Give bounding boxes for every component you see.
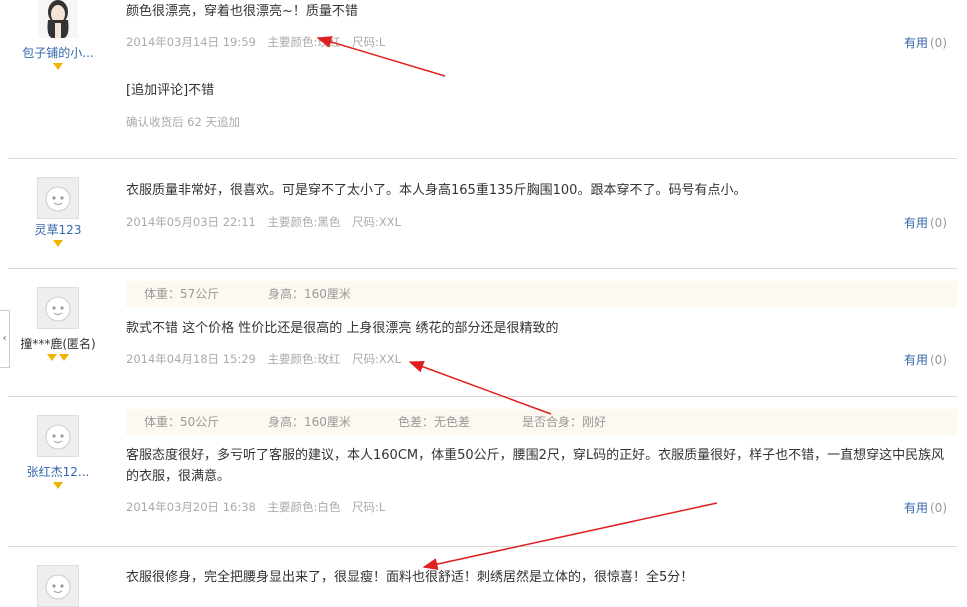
- useful-button[interactable]: 有用 (0): [904, 499, 947, 516]
- default-avatar-icon: [45, 296, 71, 322]
- rank-badge: [8, 354, 108, 364]
- review-color: 主要颜色:黑色: [267, 215, 341, 229]
- review-text: 客服态度很好，多亏听了客服的建议，本人160CM，体重50公斤，腰围2尺，穿L码…: [126, 448, 945, 484]
- rank-badge: [8, 240, 108, 250]
- useful-label: 有用: [903, 216, 928, 230]
- review-text: 衣服质量非常好，很喜欢。可是穿不了太小了。本人身高165重135斤胸围100。跟…: [126, 183, 747, 198]
- default-avatar-icon: [45, 424, 71, 450]
- review-date: 2014年04月18日 15:29: [126, 352, 256, 366]
- buyer-info-bar: 体重：57公斤 身高：160厘米: [126, 281, 957, 307]
- reviewer: 包子铺的小...: [8, 0, 108, 73]
- review-item: 张红杰12... 体重：50公斤 身高：160厘米 色差：无色差 是否合身：刚好…: [8, 397, 957, 547]
- review-size: 尺码:L: [352, 35, 386, 49]
- username-link[interactable]: 包子铺的小...: [8, 44, 108, 61]
- diamond-icon: [53, 240, 63, 247]
- buyer-fit: 是否合身：刚好: [522, 415, 607, 429]
- useful-count: (0): [930, 216, 947, 230]
- review-color: 主要颜色:白色: [267, 500, 341, 514]
- buyer-height: 身高：160厘米: [268, 287, 351, 301]
- review-item: 灵草123 衣服质量非常好，很喜欢。可是穿不了太小了。本人身高165重135斤胸…: [8, 159, 957, 269]
- useful-button[interactable]: 有用 (0): [904, 214, 947, 231]
- side-collapse-handle[interactable]: ‹: [0, 310, 10, 368]
- review-meta: 2014年04月18日 15:29 主要颜色:玫红 尺码:XXL: [126, 351, 409, 367]
- buyer-height: 身高：160厘米: [268, 415, 351, 429]
- useful-button[interactable]: 有用 (0): [904, 34, 947, 51]
- useful-count: (0): [930, 353, 947, 367]
- buyer-info-bar: 体重：50公斤 身高：160厘米 色差：无色差 是否合身：刚好: [126, 409, 957, 435]
- useful-label: 有用: [903, 36, 928, 50]
- review-color: 主要颜色:玫红: [267, 35, 341, 49]
- review-text: 颜色很漂亮，穿着也很漂亮~！质量不错: [126, 4, 358, 19]
- appended-review-meta: 确认收货后 62 天追加: [126, 115, 240, 129]
- useful-count: (0): [930, 501, 947, 515]
- buyer-weight: 体重：50公斤: [144, 415, 220, 429]
- review-item: 衣服很修身，完全把腰身显出来了，很显瘦！面料也很舒适！刺绣居然是立体的，很惊喜！…: [8, 547, 957, 607]
- useful-count: (0): [930, 36, 947, 50]
- reviewer: [8, 565, 108, 607]
- avatar[interactable]: [37, 287, 79, 329]
- username-link[interactable]: 灵草123: [8, 221, 108, 238]
- diamond-icon: [53, 63, 63, 70]
- rank-badge: [8, 63, 108, 73]
- diamond-icon: [59, 354, 69, 361]
- appended-review-text: [追加评论]不错: [126, 83, 215, 98]
- reviewer: 撞***鹿(匿名): [8, 287, 108, 364]
- review-meta: 2014年03月20日 16:38 主要颜色:白色 尺码:L: [126, 499, 393, 515]
- avatar[interactable]: [37, 565, 79, 607]
- diamond-icon: [53, 482, 63, 489]
- rank-badge: [8, 482, 108, 492]
- buyer-weight: 体重：57公斤: [144, 287, 220, 301]
- default-avatar-icon: [45, 574, 71, 600]
- default-avatar-icon: [45, 186, 71, 212]
- review-text: 款式不错 这个价格 性价比还是很高的 上身很漂亮 绣花的部分还是很精致的: [126, 321, 559, 336]
- reviewer: 张红杰12...: [8, 415, 108, 492]
- avatar[interactable]: [38, 0, 78, 38]
- review-text: 衣服很修身，完全把腰身显出来了，很显瘦！面料也很舒适！刺绣居然是立体的，很惊喜！…: [126, 570, 694, 585]
- username-anonymous: 撞***鹿(匿名): [20, 337, 96, 351]
- avatar[interactable]: [37, 415, 79, 457]
- useful-button[interactable]: 有用 (0): [904, 351, 947, 368]
- review-date: 2014年03月20日 16:38: [126, 500, 256, 514]
- review-size: 尺码:XXL: [352, 215, 402, 229]
- avatar[interactable]: [37, 177, 79, 219]
- review-meta: 2014年05月03日 22:11 主要颜色:黑色 尺码:XXL: [126, 214, 409, 230]
- review-size: 尺码:L: [352, 500, 386, 514]
- diamond-icon: [47, 354, 57, 361]
- review-color: 主要颜色:玫红: [267, 352, 341, 366]
- username-link[interactable]: 张红杰12...: [8, 463, 108, 480]
- reviewer: 灵草123: [8, 177, 108, 250]
- useful-label: 有用: [903, 353, 928, 367]
- buyer-color-diff: 色差：无色差: [398, 415, 471, 429]
- review-item: 撞***鹿(匿名) 体重：57公斤 身高：160厘米 款式不错 这个价格 性价比…: [8, 269, 957, 397]
- user-photo-icon: [47, 0, 69, 38]
- review-size: 尺码:XXL: [352, 352, 402, 366]
- review-meta: 2014年03月14日 19:59 主要颜色:玫红 尺码:L: [126, 34, 393, 50]
- review-date: 2014年03月14日 19:59: [126, 35, 256, 49]
- useful-label: 有用: [903, 501, 928, 515]
- review-date: 2014年05月03日 22:11: [126, 215, 256, 229]
- review-item: 包子铺的小... 颜色很漂亮，穿着也很漂亮~！质量不错 2014年03月14日 …: [8, 0, 957, 159]
